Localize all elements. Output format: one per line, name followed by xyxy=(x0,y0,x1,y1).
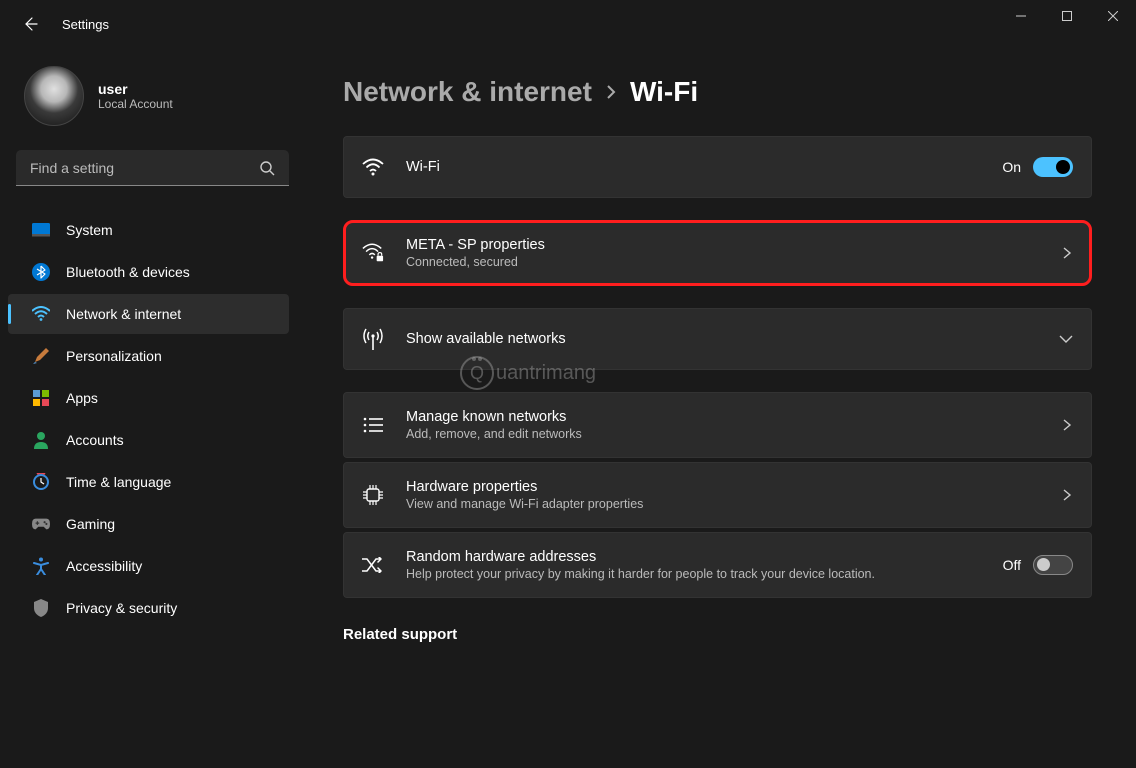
wifi-secured-icon xyxy=(362,242,384,264)
random-hw-toggle[interactable] xyxy=(1033,555,1073,575)
breadcrumb-current: Wi-Fi xyxy=(630,76,698,108)
clock-icon xyxy=(32,473,50,491)
sidebar-item-label: Personalization xyxy=(66,348,162,364)
close-icon xyxy=(1108,11,1118,21)
user-subtitle: Local Account xyxy=(98,97,173,111)
sidebar-item-label: Privacy & security xyxy=(66,600,177,616)
wifi-icon xyxy=(362,158,384,176)
sidebar-item-label: Bluetooth & devices xyxy=(66,264,190,280)
system-icon xyxy=(32,221,50,239)
sidebar-item-accessibility[interactable]: Accessibility xyxy=(8,546,289,586)
card-title: META - SP properties xyxy=(406,237,1039,253)
titlebar: Settings xyxy=(0,0,1136,48)
card-title: Wi-Fi xyxy=(406,159,980,175)
sidebar-item-label: Time & language xyxy=(66,474,171,490)
maximize-icon xyxy=(1062,11,1072,21)
sidebar-item-apps[interactable]: Apps xyxy=(8,378,289,418)
bluetooth-icon xyxy=(32,263,50,281)
sidebar-item-privacy[interactable]: Privacy & security xyxy=(8,588,289,628)
minimize-icon xyxy=(1016,11,1026,21)
gamepad-icon xyxy=(32,515,50,533)
chevron-right-icon xyxy=(1061,419,1073,431)
shield-icon xyxy=(32,599,50,617)
breadcrumb: Network & internet Wi-Fi xyxy=(343,76,1092,108)
sidebar: user Local Account System Bluetooth & de… xyxy=(0,48,305,768)
card-subtitle: Add, remove, and edit networks xyxy=(406,427,1039,441)
related-support-heading: Related support xyxy=(343,626,1092,643)
chevron-down-icon xyxy=(1059,333,1073,345)
hardware-properties-card[interactable]: Hardware properties View and manage Wi-F… xyxy=(343,462,1092,528)
sidebar-item-accounts[interactable]: Accounts xyxy=(8,420,289,460)
user-name: user xyxy=(98,81,173,97)
wifi-toggle-card[interactable]: Wi-Fi On xyxy=(343,136,1092,198)
back-button[interactable] xyxy=(20,14,40,34)
card-subtitle: View and manage Wi-Fi adapter properties xyxy=(406,497,1039,511)
close-button[interactable] xyxy=(1090,0,1136,32)
sidebar-item-gaming[interactable]: Gaming xyxy=(8,504,289,544)
search-icon xyxy=(259,160,275,176)
sidebar-item-label: System xyxy=(66,222,113,238)
wifi-toggle[interactable] xyxy=(1033,157,1073,177)
card-subtitle: Help protect your privacy by making it h… xyxy=(406,567,981,581)
chevron-right-icon xyxy=(1061,489,1073,501)
nav: System Bluetooth & devices Network & int… xyxy=(0,210,305,628)
card-subtitle: Connected, secured xyxy=(406,255,1039,269)
accounts-icon xyxy=(32,431,50,449)
app-title: Settings xyxy=(62,17,109,32)
sidebar-item-time[interactable]: Time & language xyxy=(8,462,289,502)
search-wrap xyxy=(16,150,289,186)
window-controls xyxy=(998,0,1136,48)
sidebar-item-label: Accounts xyxy=(66,432,124,448)
minimize-button[interactable] xyxy=(998,0,1044,32)
sidebar-item-network[interactable]: Network & internet xyxy=(8,294,289,334)
toggle-state-label: On xyxy=(1002,159,1021,175)
list-icon xyxy=(362,417,384,433)
sidebar-item-label: Accessibility xyxy=(66,558,142,574)
content: Network & internet Wi-Fi Wi-Fi On xyxy=(305,48,1136,768)
current-network-card[interactable]: META - SP properties Connected, secured xyxy=(343,220,1092,286)
avatar xyxy=(24,66,84,126)
card-title: Manage known networks xyxy=(406,409,1039,425)
available-networks-card[interactable]: Show available networks xyxy=(343,308,1092,370)
card-title: Hardware properties xyxy=(406,479,1039,495)
sidebar-item-label: Network & internet xyxy=(66,306,181,322)
toggle-state-label: Off xyxy=(1003,557,1021,573)
accessibility-icon xyxy=(32,557,50,575)
paintbrush-icon xyxy=(32,347,50,365)
chip-icon xyxy=(362,485,384,505)
sidebar-item-label: Apps xyxy=(66,390,98,406)
card-title: Show available networks xyxy=(406,331,1037,347)
wifi-icon xyxy=(32,305,50,323)
sidebar-item-personalization[interactable]: Personalization xyxy=(8,336,289,376)
sidebar-item-label: Gaming xyxy=(66,516,115,532)
known-networks-card[interactable]: Manage known networks Add, remove, and e… xyxy=(343,392,1092,458)
user-block[interactable]: user Local Account xyxy=(0,60,305,150)
chevron-right-icon xyxy=(1061,247,1073,259)
back-arrow-icon xyxy=(22,16,38,32)
random-hw-card[interactable]: Random hardware addresses Help protect y… xyxy=(343,532,1092,598)
chevron-right-icon xyxy=(604,85,618,99)
search-input[interactable] xyxy=(16,150,289,186)
sidebar-item-system[interactable]: System xyxy=(8,210,289,250)
maximize-button[interactable] xyxy=(1044,0,1090,32)
breadcrumb-parent[interactable]: Network & internet xyxy=(343,76,592,108)
card-title: Random hardware addresses xyxy=(406,549,981,565)
antenna-icon xyxy=(362,328,384,350)
shuffle-icon xyxy=(362,557,384,573)
apps-icon xyxy=(32,389,50,407)
sidebar-item-bluetooth[interactable]: Bluetooth & devices xyxy=(8,252,289,292)
